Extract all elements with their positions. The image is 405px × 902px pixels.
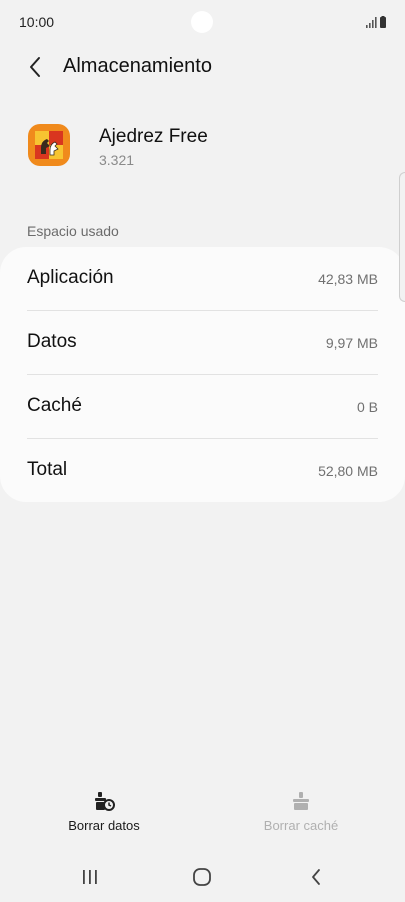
clear-data-icon <box>95 792 115 811</box>
clear-cache-icon <box>293 792 309 810</box>
row-label: Aplicación <box>27 267 114 288</box>
page-title: Almacenamiento <box>63 55 212 77</box>
clear-cache-button[interactable]: Borrar caché <box>231 780 371 840</box>
app-info: Ajedrez Free 3.321 <box>0 118 405 178</box>
home-button[interactable] <box>182 862 222 892</box>
camera-cutout <box>191 11 213 33</box>
clear-data-button[interactable]: Borrar datos <box>34 780 174 840</box>
signal-battery-icon <box>366 16 386 28</box>
row-label: Total <box>27 459 68 480</box>
clear-cache-label: Borrar caché <box>263 818 339 833</box>
back-nav-button[interactable] <box>296 862 336 892</box>
storage-row-cache: Caché 0 B <box>0 375 405 439</box>
row-value: 9,97 MB <box>325 335 378 351</box>
clear-data-label: Borrar datos <box>68 818 140 833</box>
row-value: 0 B <box>356 399 378 415</box>
bottom-actions: Borrar datos Borrar caché <box>0 780 405 840</box>
section-label: Espacio usado <box>27 223 119 239</box>
app-bar: Almacenamiento <box>0 44 405 90</box>
row-value: 42,83 MB <box>318 271 378 287</box>
recent-apps-button[interactable] <box>70 862 110 892</box>
row-value: 52,80 MB <box>318 463 378 479</box>
chevron-left-icon <box>30 57 40 77</box>
app-name: Ajedrez Free <box>99 126 208 147</box>
storage-row-total: Total 52,80 MB <box>0 439 405 503</box>
nav-bar <box>0 852 405 902</box>
chess-app-icon <box>28 124 70 166</box>
storage-card: Aplicación 42,83 MB Datos 9,97 MB Caché … <box>0 247 405 502</box>
back-button[interactable] <box>20 52 50 82</box>
scroll-indicator[interactable] <box>399 172 405 302</box>
back-nav-icon <box>312 869 320 885</box>
storage-row-aplicacion: Aplicación 42,83 MB <box>0 247 405 311</box>
home-icon <box>193 868 211 886</box>
storage-row-datos: Datos 9,97 MB <box>0 311 405 375</box>
status-bar: 10:00 <box>0 0 405 44</box>
app-version: 3.321 <box>99 152 135 168</box>
row-label: Datos <box>27 331 77 352</box>
row-label: Caché <box>27 395 82 416</box>
recent-apps-icon <box>83 870 97 884</box>
status-time: 10:00 <box>19 14 55 30</box>
